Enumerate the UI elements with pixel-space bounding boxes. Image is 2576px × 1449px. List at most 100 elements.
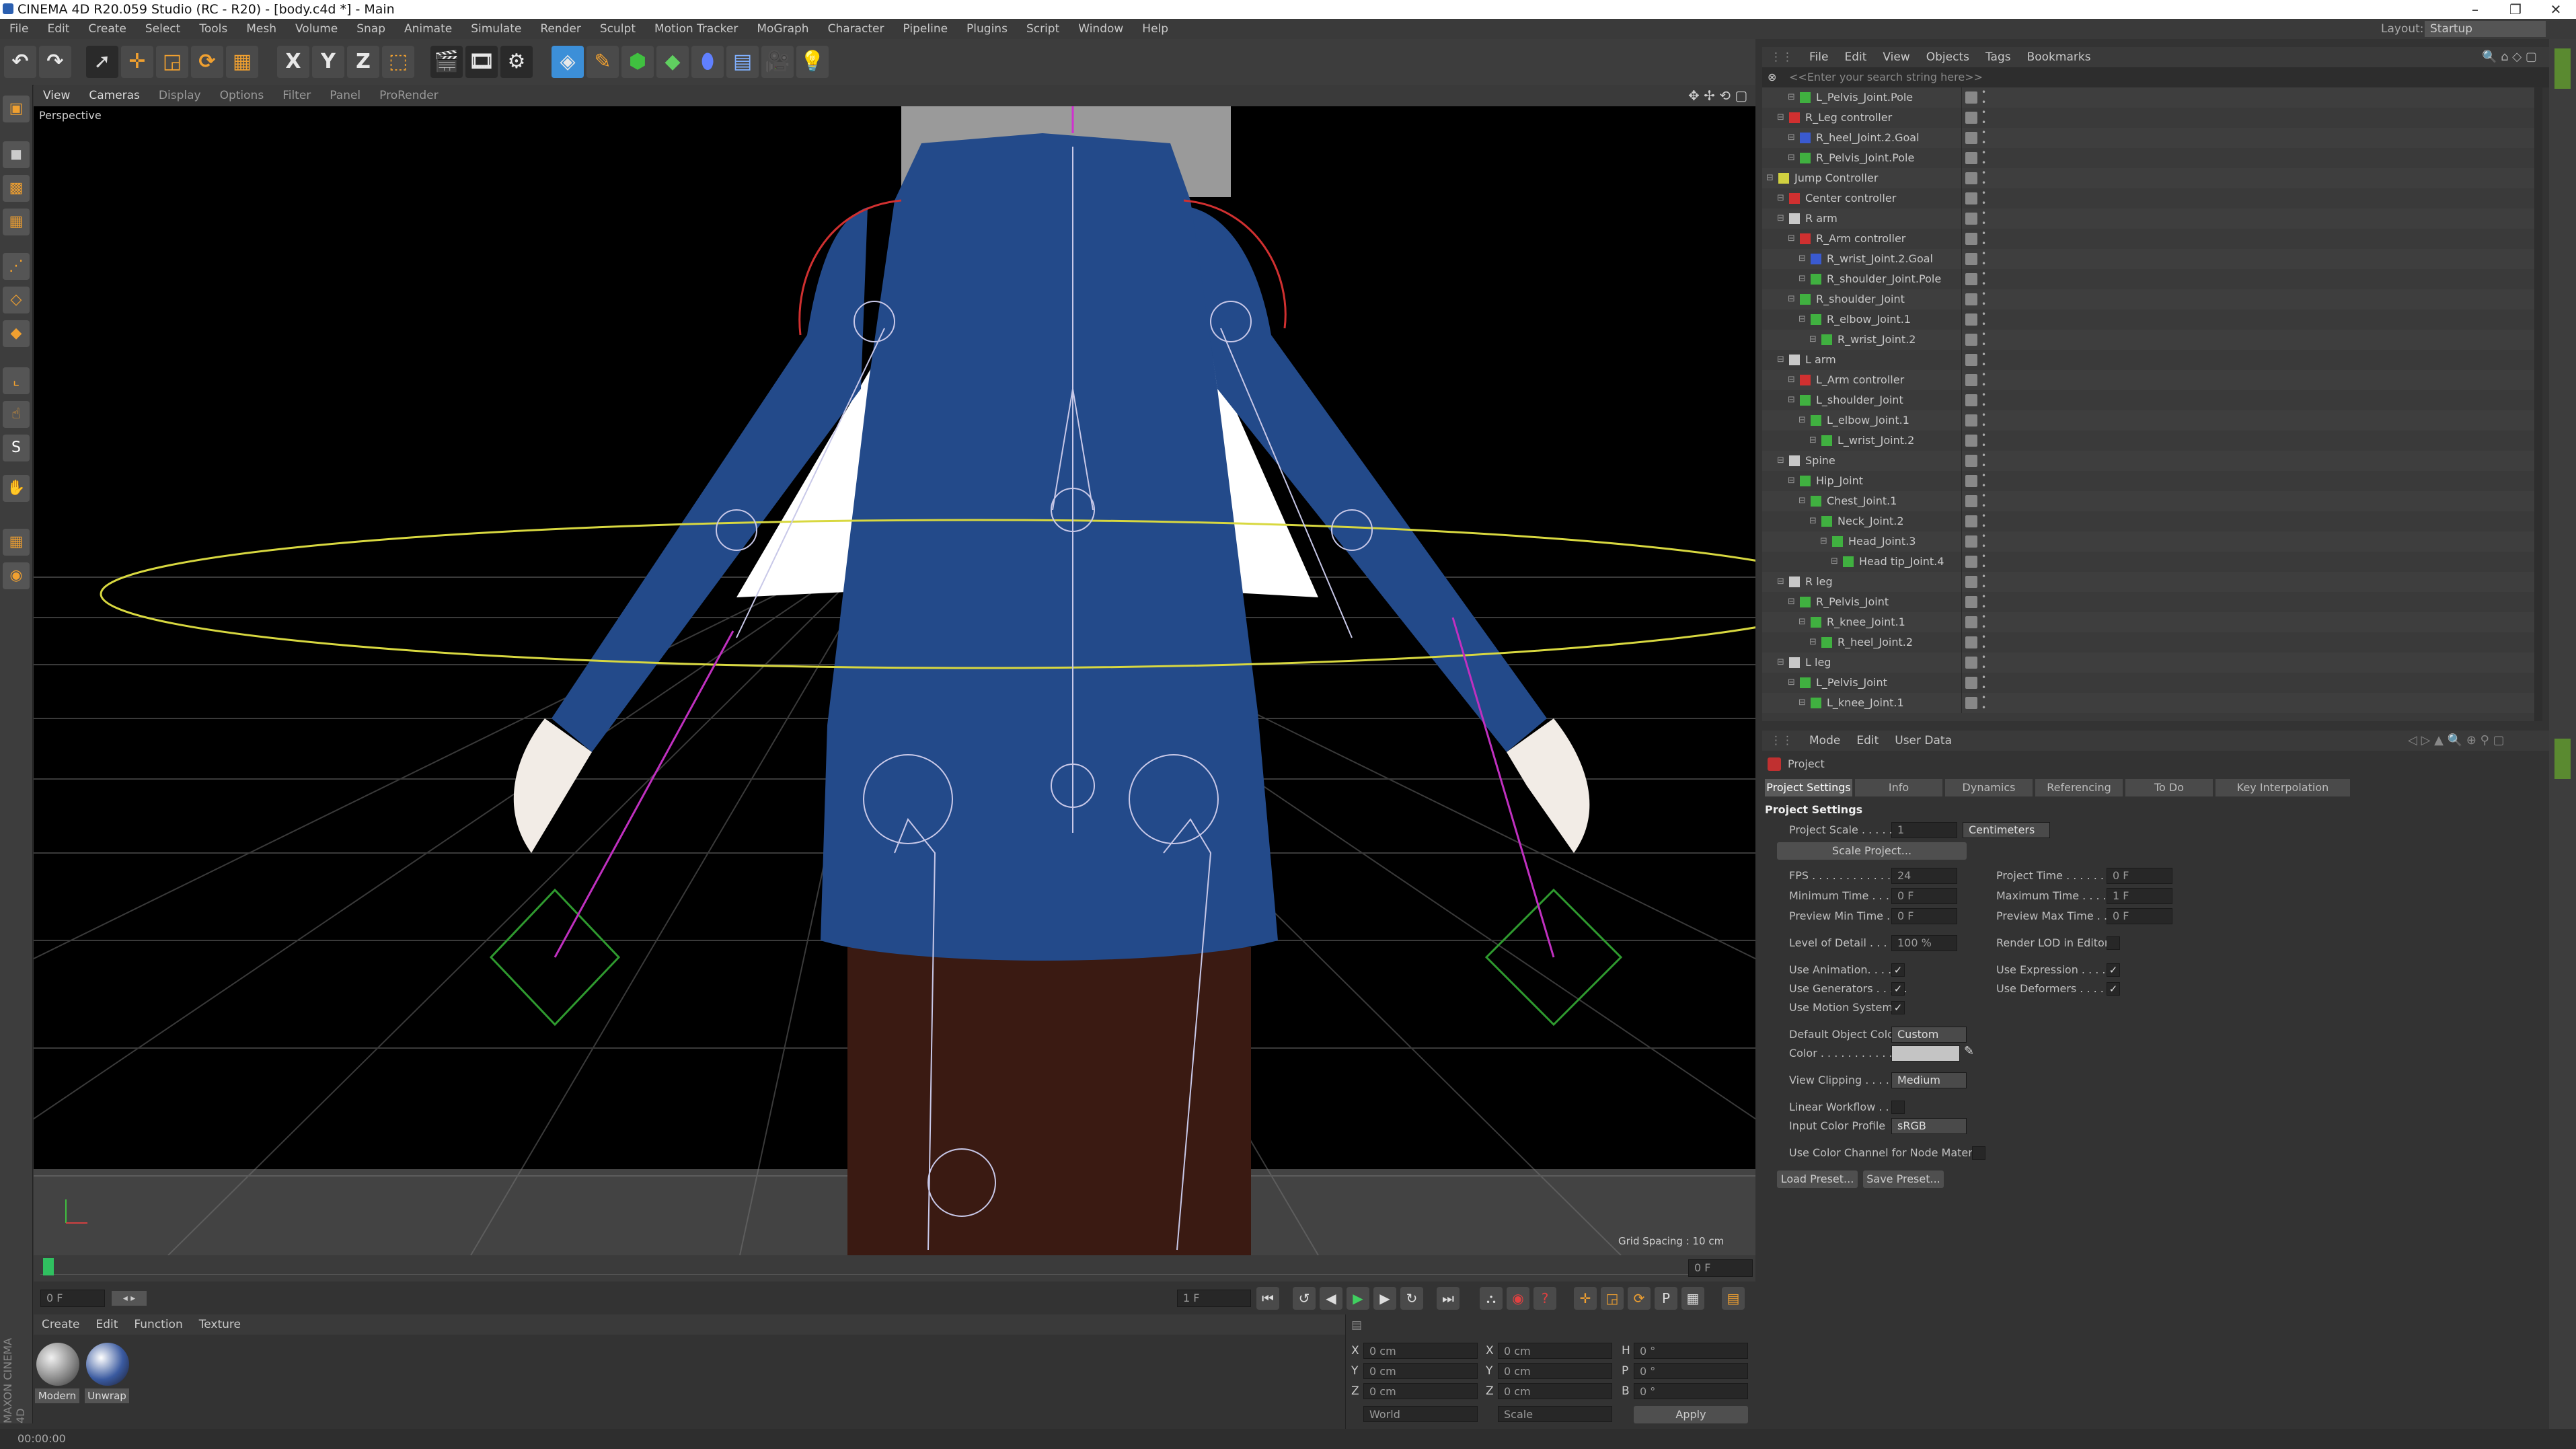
- maximum-time-field[interactable]: 1 F: [2107, 888, 2172, 904]
- layer-checkmark-icon[interactable]: [1965, 475, 1977, 487]
- render-settings-icon[interactable]: ⚙: [500, 46, 533, 78]
- layer-checkmark-icon[interactable]: [1965, 657, 1977, 669]
- tab-info[interactable]: Info: [1855, 779, 1942, 796]
- project-time-field[interactable]: 0 F: [2107, 868, 2172, 884]
- visibility-dots-icon[interactable]: • •: [1981, 673, 1986, 693]
- workplane-icon[interactable]: ▦: [3, 209, 30, 235]
- restore-icon[interactable]: ❐: [2495, 0, 2536, 19]
- expand-toggle-icon[interactable]: ⊟: [1788, 673, 1795, 693]
- texture-mode-icon[interactable]: ▩: [3, 175, 30, 202]
- node-material-checkbox[interactable]: [1972, 1146, 1985, 1160]
- size-x-field[interactable]: 0 cm: [1498, 1343, 1612, 1359]
- expand-toggle-icon[interactable]: ⊟: [1777, 188, 1784, 209]
- key-pla-icon[interactable]: ▦: [1681, 1287, 1704, 1310]
- object-menu-view[interactable]: View: [1874, 47, 1918, 67]
- key-rotation-icon[interactable]: ⟳: [1628, 1287, 1651, 1310]
- render-picture-viewer-icon[interactable]: 🎞: [465, 46, 498, 78]
- objects-side-tab[interactable]: [2554, 48, 2571, 89]
- visibility-dots-icon[interactable]: • •: [1981, 451, 1986, 471]
- previous-key-icon[interactable]: ↺: [1293, 1287, 1316, 1310]
- visibility-dots-icon[interactable]: • •: [1981, 188, 1986, 209]
- visibility-dots-icon[interactable]: • •: [1981, 471, 1986, 491]
- viewport-menu-display[interactable]: Display: [149, 85, 211, 106]
- visibility-dots-icon[interactable]: • •: [1981, 511, 1986, 531]
- layer-checkmark-icon[interactable]: [1965, 596, 1977, 608]
- layer-checkmark-icon[interactable]: [1965, 132, 1977, 144]
- layer-checkmark-icon[interactable]: [1965, 253, 1977, 265]
- menu-snap[interactable]: Snap: [347, 19, 395, 39]
- viewport-menu-prorender[interactable]: ProRender: [370, 85, 448, 106]
- material-menu-texture[interactable]: Texture: [191, 1314, 249, 1335]
- expand-toggle-icon[interactable]: ⊟: [1788, 390, 1795, 410]
- object-row[interactable]: ⊟ Spine • •: [1762, 451, 2542, 471]
- viewport-menu-filter[interactable]: Filter: [273, 85, 320, 106]
- layer-checkmark-icon[interactable]: [1965, 192, 1977, 205]
- menu-file[interactable]: File: [0, 19, 38, 39]
- layer-checkmark-icon[interactable]: [1965, 233, 1977, 245]
- object-row[interactable]: ⊟ Center controller • •: [1762, 188, 2542, 209]
- layer-checkmark-icon[interactable]: [1965, 576, 1977, 588]
- menu-plugins[interactable]: Plugins: [957, 19, 1017, 39]
- material-menu-create[interactable]: Create: [34, 1314, 88, 1335]
- viewport-menu-options[interactable]: Options: [211, 85, 274, 106]
- record-keys-icon[interactable]: ⛬: [1480, 1287, 1503, 1310]
- menu-create[interactable]: Create: [79, 19, 136, 39]
- object-row[interactable]: ⊟ R_knee_Joint.1 • •: [1762, 612, 2542, 632]
- expand-toggle-icon[interactable]: ⊟: [1777, 108, 1784, 128]
- array-icon[interactable]: ◆: [656, 46, 689, 78]
- minimize-icon[interactable]: –: [2455, 0, 2495, 19]
- layer-checkmark-icon[interactable]: [1965, 273, 1977, 285]
- object-row[interactable]: ⊟ L_shoulder_Joint • •: [1762, 390, 2542, 410]
- coordinate-system-icon[interactable]: ⬚: [382, 46, 414, 78]
- expand-toggle-icon[interactable]: ⊟: [1777, 350, 1784, 370]
- layer-checkmark-icon[interactable]: [1965, 213, 1977, 225]
- tab-key-interpolation[interactable]: Key Interpolation: [2215, 779, 2350, 796]
- object-menu-bookmarks[interactable]: Bookmarks: [2019, 47, 2099, 67]
- scale-tool-icon[interactable]: ◲: [156, 46, 188, 78]
- menu-edit[interactable]: Edit: [38, 19, 79, 39]
- visibility-dots-icon[interactable]: • •: [1981, 653, 1986, 673]
- expand-toggle-icon[interactable]: ⊟: [1788, 87, 1795, 108]
- layer-checkmark-icon[interactable]: [1965, 334, 1977, 346]
- expand-toggle-icon[interactable]: ⊟: [1766, 168, 1774, 188]
- visibility-dots-icon[interactable]: • •: [1981, 572, 1986, 592]
- tab-referencing[interactable]: Referencing: [2035, 779, 2123, 796]
- object-row[interactable]: ⊟ Jump Controller • •: [1762, 168, 2542, 188]
- visibility-dots-icon[interactable]: • •: [1981, 612, 1986, 632]
- cube-icon[interactable]: ◈: [552, 46, 584, 78]
- visibility-dots-icon[interactable]: • •: [1981, 108, 1986, 128]
- expand-toggle-icon[interactable]: ⊟: [1809, 330, 1817, 350]
- points-mode-icon[interactable]: ⋰: [3, 253, 30, 280]
- use-deformers-checkbox[interactable]: ✓: [2107, 982, 2120, 996]
- visibility-dots-icon[interactable]: • •: [1981, 309, 1986, 330]
- attribute-menu-edit[interactable]: Edit: [1848, 731, 1887, 751]
- rotation-b-field[interactable]: 0 °: [1634, 1383, 1748, 1399]
- coord-mode-select[interactable]: World: [1363, 1406, 1478, 1422]
- object-menu-edit[interactable]: Edit: [1836, 47, 1874, 67]
- autokeying-icon[interactable]: ◉: [1507, 1287, 1529, 1310]
- go-to-end-icon[interactable]: ⏭: [1437, 1287, 1460, 1310]
- attributes-side-tab[interactable]: [2554, 739, 2571, 779]
- use-expression-checkbox[interactable]: ✓: [2107, 963, 2120, 977]
- object-tree-scrollbar[interactable]: [2534, 87, 2542, 721]
- object-row[interactable]: ⊟ L_Arm controller • •: [1762, 370, 2542, 390]
- object-row[interactable]: ⊟ L_elbow_Joint.1 • •: [1762, 410, 2542, 431]
- go-to-start-icon[interactable]: ⏮: [1256, 1287, 1279, 1310]
- layer-checkmark-icon[interactable]: [1965, 293, 1977, 305]
- object-row[interactable]: ⊟ Chest_Joint.1 • •: [1762, 491, 2542, 511]
- undo-icon[interactable]: ↶: [4, 46, 36, 78]
- use-motion-system-checkbox[interactable]: ✓: [1891, 1001, 1905, 1014]
- key-scale-icon[interactable]: ◲: [1601, 1287, 1624, 1310]
- expand-toggle-icon[interactable]: ⊟: [1788, 148, 1795, 168]
- layer-checkmark-icon[interactable]: [1965, 313, 1977, 326]
- preview-min-time-field[interactable]: 0 F: [1891, 908, 1957, 924]
- object-row[interactable]: ⊟ R_shoulder_Joint.Pole • •: [1762, 269, 2542, 289]
- visibility-dots-icon[interactable]: • •: [1981, 592, 1986, 612]
- playhead[interactable]: [43, 1258, 54, 1275]
- menu-select[interactable]: Select: [136, 19, 190, 39]
- layer-checkmark-icon[interactable]: [1965, 374, 1977, 386]
- color-picker-icon[interactable]: ✎: [1964, 1044, 1974, 1058]
- layer-checkmark-icon[interactable]: [1965, 435, 1977, 447]
- expand-toggle-icon[interactable]: ⊟: [1798, 693, 1806, 713]
- rotation-p-field[interactable]: 0 °: [1634, 1363, 1748, 1379]
